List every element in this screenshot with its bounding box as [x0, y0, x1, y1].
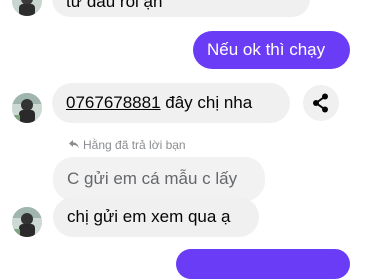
- reply-label: Hằng đã trả lời bạn: [83, 138, 186, 152]
- reply-indicator: Hằng đã trả lời bạn: [68, 137, 186, 153]
- phone-number-link[interactable]: 0767678881: [66, 93, 161, 112]
- avatar-image: [12, 93, 42, 123]
- message-text: đây chị nha: [160, 93, 253, 112]
- share-button[interactable]: [303, 85, 339, 121]
- message-bubble-incoming[interactable]: chị gửi em xem qua ạ: [53, 197, 259, 237]
- avatar-image: [12, 0, 42, 16]
- message-bubble-outgoing[interactable]: [176, 249, 350, 279]
- message-bubble-incoming[interactable]: 0767678881 đây chị nha: [52, 83, 290, 123]
- message-text: chị gửi em xem qua ạ: [67, 207, 231, 226]
- quoted-message-bubble[interactable]: C gửi em cá mẫu c lấy: [53, 157, 265, 201]
- message-text: Nếu ok thì chạy: [207, 40, 326, 59]
- message-bubble-outgoing[interactable]: Nếu ok thì chạy: [193, 31, 350, 69]
- avatar[interactable]: [12, 207, 42, 237]
- message-bubble-incoming[interactable]: từ đầu rồi ạn: [52, 0, 310, 17]
- message-text: từ đầu rồi ạn: [66, 0, 163, 11]
- share-icon: [313, 93, 328, 113]
- quoted-text: C gửi em cá mẫu c lấy: [67, 169, 238, 188]
- avatar[interactable]: [12, 93, 42, 123]
- reply-arrow-icon: [69, 140, 79, 149]
- avatar-image: [12, 207, 42, 237]
- avatar[interactable]: [12, 0, 42, 16]
